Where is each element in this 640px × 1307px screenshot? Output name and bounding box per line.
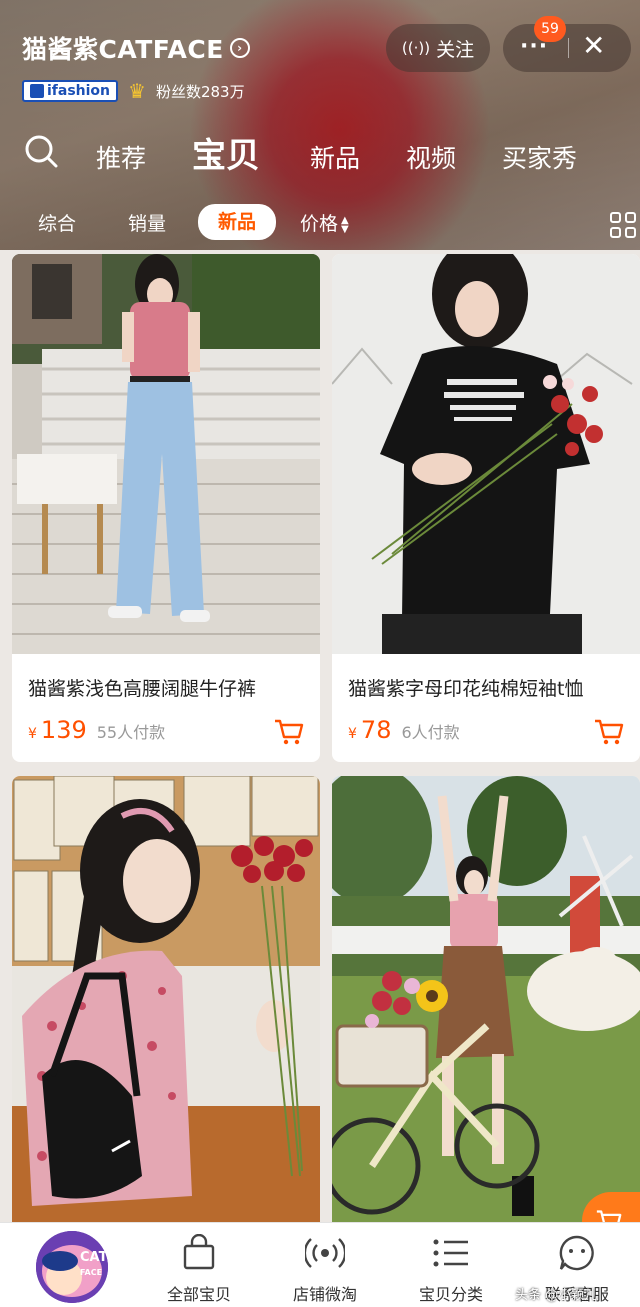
shop-feed-button[interactable]: 店铺微淘: [270, 1233, 380, 1305]
sort-price-label: 价格: [300, 213, 339, 235]
product-image[interactable]: [332, 254, 640, 654]
product-title[interactable]: 猫酱紫字母印花纯棉短袖t恤: [348, 674, 583, 701]
shop-arrow-icon[interactable]: ›: [229, 38, 250, 58]
watermark: 头条 @小颖儿: [515, 1288, 598, 1303]
bottom-item-label: 店铺微淘: [292, 1285, 357, 1304]
tab-recommend[interactable]: 推荐: [96, 139, 146, 175]
ifashion-label: ifashion: [47, 83, 111, 99]
sort-price[interactable]: 价格 ▲ ▼: [300, 208, 349, 240]
cart-icon[interactable]: [594, 718, 624, 746]
product-price: 78: [360, 716, 392, 744]
broadcast-icon: [270, 1233, 380, 1273]
tab-buyer-show[interactable]: 买家秀: [502, 139, 577, 175]
follow-label: 关注: [436, 38, 475, 61]
shop-nav-tabs: 推荐 宝贝 新品 视频 买家秀: [96, 128, 577, 177]
price-row: ¥ 78 6人付款: [348, 716, 460, 744]
sort-arrows-icon: ▲ ▼: [341, 214, 349, 235]
logo-text-cat: CAT: [80, 1250, 108, 1265]
shop-name-text[interactable]: 猫酱紫CATFACE: [22, 30, 224, 66]
currency-symbol: ¥: [348, 726, 357, 742]
product-image[interactable]: [12, 776, 320, 1222]
shop-header: 猫酱紫CATFACE › ifashion ♛ 粉丝数283万 ((·)) 关注…: [0, 0, 640, 250]
tab-video[interactable]: 视频: [406, 139, 456, 175]
logo-text-face: FACE: [80, 1268, 102, 1277]
ifashion-logo-icon: [30, 84, 44, 98]
product-image[interactable]: [12, 254, 320, 654]
product-card[interactable]: [12, 776, 320, 1222]
cat-face-logo-icon: CAT FACE: [36, 1231, 108, 1303]
product-image[interactable]: [332, 776, 640, 1222]
price-row: ¥ 139 55人付款: [28, 716, 165, 744]
bag-icon: [144, 1233, 254, 1273]
categories-button[interactable]: 宝贝分类: [396, 1233, 506, 1305]
sold-count: 6人付款: [401, 723, 460, 742]
tab-new[interactable]: 新品: [310, 139, 360, 175]
sort-new[interactable]: 新品: [198, 204, 277, 240]
product-title[interactable]: 猫酱紫浅色高腰阔腿牛仔裤: [28, 674, 256, 701]
search-icon[interactable]: [24, 134, 58, 168]
notification-badge: 59: [534, 16, 566, 42]
chat-face-icon: [522, 1233, 632, 1273]
all-products-button[interactable]: 全部宝贝: [144, 1233, 254, 1305]
sort-sales[interactable]: 销量: [128, 208, 166, 240]
sold-count: 55人付款: [96, 723, 166, 742]
product-card[interactable]: [332, 776, 640, 1222]
sort-comprehensive[interactable]: 综合: [38, 208, 76, 240]
list-icon: [396, 1233, 506, 1273]
cart-icon[interactable]: [274, 718, 304, 746]
currency-symbol: ¥: [28, 726, 37, 742]
product-card[interactable]: 猫酱紫字母印花纯棉短袖t恤 ¥ 78 6人付款: [332, 254, 640, 762]
live-broadcast-icon: ((·)): [401, 39, 431, 57]
shop-logo[interactable]: CAT FACE: [36, 1231, 108, 1303]
fans-count: 粉丝数283万: [155, 82, 245, 101]
tab-products[interactable]: 宝贝: [192, 128, 260, 177]
ifashion-badge: ifashion: [22, 80, 119, 102]
bottom-item-label: 宝贝分类: [418, 1285, 483, 1304]
product-card[interactable]: 猫酱紫浅色高腰阔腿牛仔裤 ¥ 139 55人付款: [12, 254, 320, 762]
bottom-item-label: 全部宝贝: [166, 1285, 231, 1304]
follow-button[interactable]: ((·)) 关注: [386, 24, 490, 72]
shop-name[interactable]: 猫酱紫CATFACE ›: [22, 30, 250, 66]
shop-badges: ifashion ♛ 粉丝数283万: [22, 80, 245, 102]
grid-view-icon[interactable]: [610, 212, 636, 238]
product-price: 139: [40, 716, 87, 744]
capsule-divider: [568, 38, 569, 58]
crown-icon: ♛: [128, 79, 146, 103]
close-button[interactable]: ✕: [582, 28, 605, 64]
sort-bar: 综合 销量 新品 价格 ▲ ▼: [0, 204, 640, 244]
